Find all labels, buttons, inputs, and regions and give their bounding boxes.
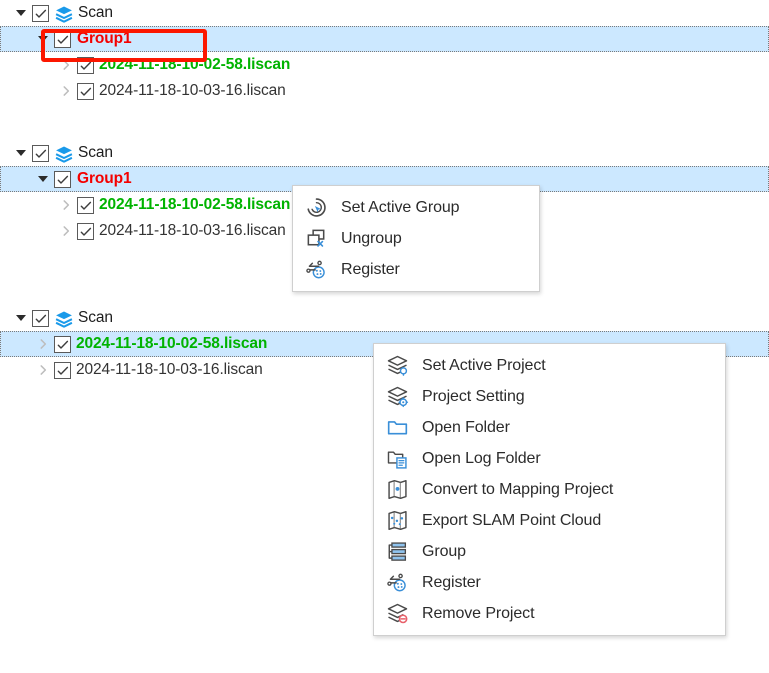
chevron-right-icon[interactable] (55, 194, 77, 216)
group-context-menu[interactable]: Set Active Group Ungroup Register (292, 185, 540, 292)
menu-item-label: Open Log Folder (422, 449, 541, 467)
scan-tree-panel-top: Scan Group1 2024-11-18-10-02-58.liscan 2024… (0, 0, 769, 104)
menu-item-label: Remove Project (422, 604, 535, 622)
tree-row-label: 2024-11-18-10-02-58.liscan (99, 196, 291, 213)
tree-row[interactable]: Scan (0, 140, 769, 166)
menu-item-open-log-folder[interactable]: Open Log Folder (374, 443, 725, 474)
tree-row-checkbox[interactable] (54, 335, 71, 353)
remove-project-icon (384, 602, 410, 626)
tree-row-checkbox[interactable] (32, 309, 49, 327)
menu-item-label: Ungroup (341, 229, 402, 247)
map-convert-icon (384, 478, 410, 502)
tree-row-label: Group1 (77, 30, 132, 47)
chevron-down-icon[interactable] (32, 28, 54, 50)
tree-row-label: 2024-11-18-10-03-16.liscan (76, 361, 263, 378)
tree-row-checkbox[interactable] (54, 361, 71, 379)
layers-icon (54, 144, 74, 163)
tree-row-label: Scan (78, 309, 113, 326)
chevron-down-icon[interactable] (32, 168, 54, 190)
open-folder-icon (384, 416, 410, 440)
menu-item-remove-project[interactable]: Remove Project (374, 598, 725, 629)
tree-row[interactable]: 2024-11-18-10-03-16.liscan (0, 78, 769, 104)
menu-item-label: Export SLAM Point Cloud (422, 511, 602, 529)
chevron-down-glyph (38, 36, 48, 42)
map-points-icon (384, 509, 410, 533)
chevron-down-glyph (16, 150, 26, 156)
tree-row-label: Scan (78, 144, 113, 161)
menu-item-export-slam-point-cloud[interactable]: Export SLAM Point Cloud (374, 505, 725, 536)
menu-item-register[interactable]: Register (374, 567, 725, 598)
tree-row-checkbox[interactable] (77, 222, 94, 240)
register-icon (303, 258, 329, 282)
chevron-down-icon[interactable] (10, 307, 32, 329)
chevron-right-icon[interactable] (55, 54, 77, 76)
tree-row-checkbox[interactable] (54, 170, 71, 188)
menu-item-set-active-group[interactable]: Set Active Group (293, 192, 539, 223)
set-active-project-icon (384, 354, 410, 378)
tree-row-label: Group1 (77, 170, 132, 187)
tree-row-checkbox[interactable] (77, 82, 94, 100)
tree-row-checkbox[interactable] (32, 144, 49, 162)
tree-row-checkbox[interactable] (32, 4, 49, 22)
menu-item-label: Set Active Group (341, 198, 460, 216)
register-icon (384, 571, 410, 595)
chevron-down-glyph (16, 315, 26, 321)
chevron-right-icon[interactable] (55, 80, 77, 102)
tree-row-checkbox[interactable] (77, 196, 94, 214)
menu-item-set-active-project[interactable]: Set Active Project (374, 350, 725, 381)
project-setting-icon (384, 385, 410, 409)
ungroup-icon (303, 227, 329, 251)
chevron-down-icon[interactable] (10, 142, 32, 164)
tree-row[interactable]: Scan (0, 0, 769, 26)
menu-item-label: Convert to Mapping Project (422, 480, 614, 498)
menu-item-convert-to-mapping-project[interactable]: Convert to Mapping Project (374, 474, 725, 505)
menu-item-ungroup[interactable]: Ungroup (293, 223, 539, 254)
tree-row[interactable]: 2024-11-18-10-02-58.liscan (0, 52, 769, 78)
chevron-right-icon[interactable] (32, 359, 54, 381)
open-log-folder-icon (384, 447, 410, 471)
tree-row[interactable]: Scan (0, 305, 769, 331)
layers-icon (54, 4, 74, 23)
menu-item-group[interactable]: Group (374, 536, 725, 567)
tree-row-label: 2024-11-18-10-03-16.liscan (99, 82, 286, 99)
tree-row-label: 2024-11-18-10-02-58.liscan (99, 56, 291, 73)
menu-item-project-setting[interactable]: Project Setting (374, 381, 725, 412)
menu-item-label: Register (422, 573, 481, 591)
tree-row-checkbox[interactable] (77, 56, 94, 74)
tree-row[interactable]: Group1 (0, 26, 769, 52)
chevron-right-icon[interactable] (32, 333, 54, 355)
project-context-menu[interactable]: Set Active Project Project Setting Open Fo… (373, 343, 726, 636)
tree-row-checkbox[interactable] (54, 30, 71, 48)
menu-item-label: Project Setting (422, 387, 525, 405)
menu-item-label: Register (341, 260, 400, 278)
tree-row-label: Scan (78, 4, 113, 21)
layers-icon (54, 309, 74, 328)
menu-item-label: Open Folder (422, 418, 510, 436)
chevron-right-icon[interactable] (55, 220, 77, 242)
set-active-group-icon (303, 196, 329, 220)
menu-item-label: Group (422, 542, 466, 560)
chevron-down-glyph (38, 176, 48, 182)
tree-row-label: 2024-11-18-10-02-58.liscan (76, 335, 268, 352)
menu-item-register[interactable]: Register (293, 254, 539, 285)
chevron-down-icon[interactable] (10, 2, 32, 24)
menu-item-label: Set Active Project (422, 356, 546, 374)
tree-row-label: 2024-11-18-10-03-16.liscan (99, 222, 286, 239)
group-icon (384, 540, 410, 564)
chevron-down-glyph (16, 10, 26, 16)
menu-item-open-folder[interactable]: Open Folder (374, 412, 725, 443)
